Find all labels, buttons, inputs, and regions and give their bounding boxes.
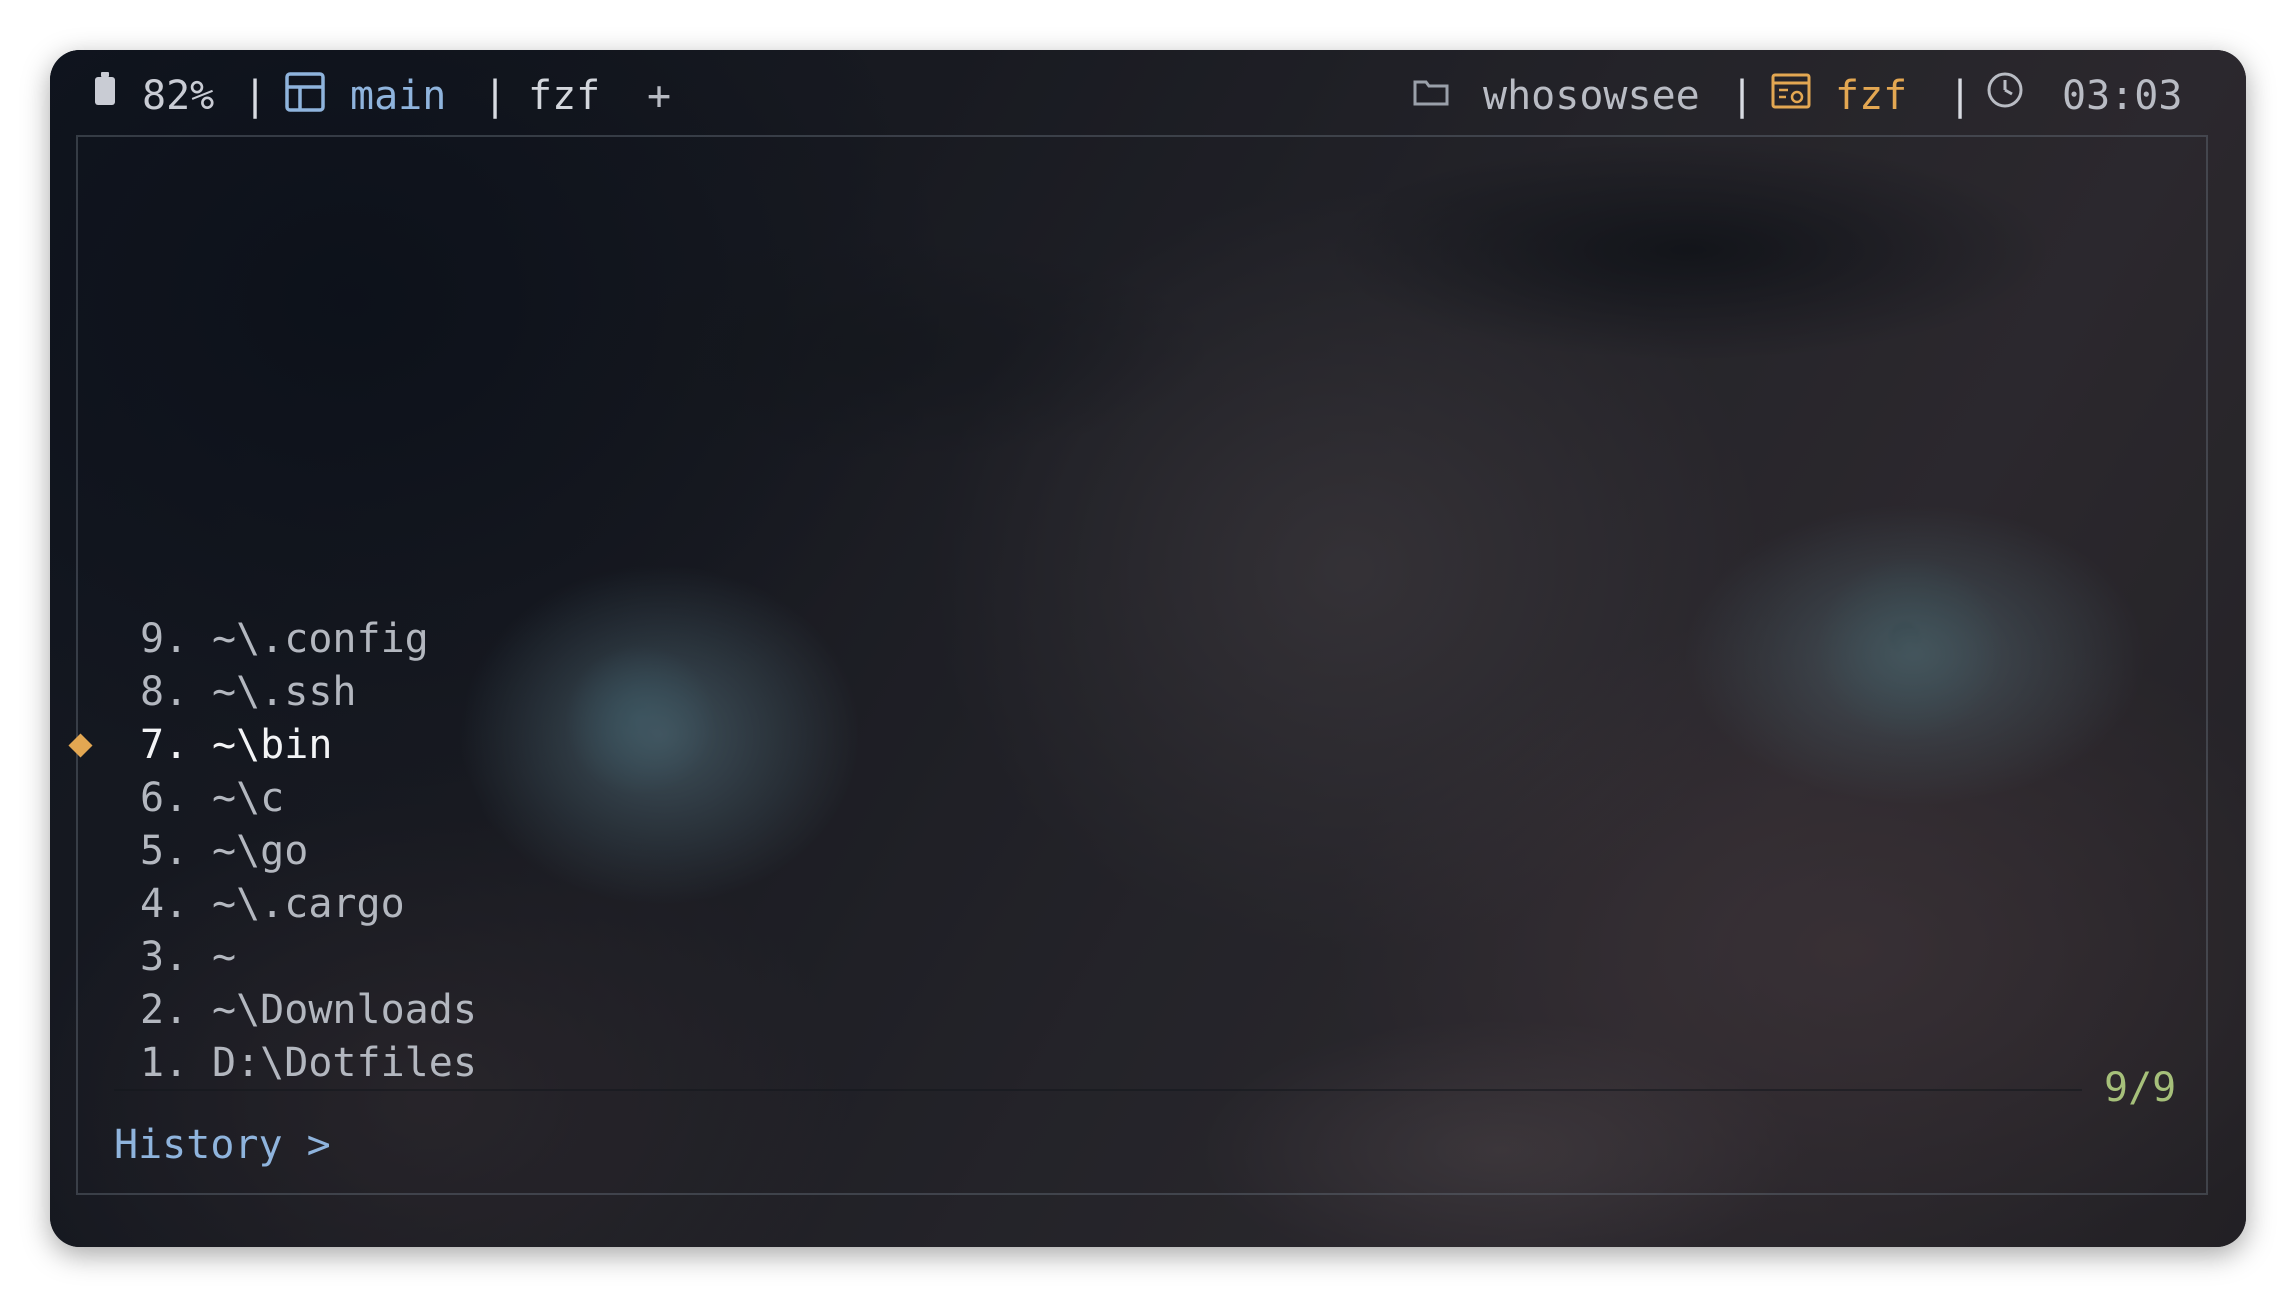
list-item[interactable]: 6. ~\c: [140, 772, 477, 825]
list-item[interactable]: 2. ~\Downloads: [140, 984, 477, 1037]
current-process: fzf: [1835, 73, 1908, 119]
separator: |: [1730, 73, 1755, 119]
separator: |: [243, 73, 268, 119]
terminal-window: 82% | main | fzf + whosowsee | fzf | 03:…: [50, 50, 2246, 1247]
battery-percentage: 82%: [142, 73, 215, 119]
terminal-app-icon: [1771, 73, 1811, 109]
list-item[interactable]: 8. ~\.ssh: [140, 666, 477, 719]
tab-fzf[interactable]: fzf: [528, 68, 600, 124]
list-item[interactable]: 1. D:\Dotfiles: [140, 1037, 477, 1090]
clock-time: 03:03: [2062, 73, 2183, 119]
list-item[interactable]: 9. ~\.config: [140, 613, 477, 666]
fzf-result-list: 9. ~\.config 8. ~\.ssh 7. ~\bin 6. ~\c 5. ~\g…: [68, 613, 477, 1090]
separator: |: [483, 73, 508, 119]
list-item[interactable]: 3. ~: [140, 931, 477, 984]
search-prompt[interactable]: History >: [114, 1122, 355, 1168]
new-tab-button[interactable]: +: [647, 68, 671, 124]
clock-icon: [1987, 72, 2023, 108]
separator: |: [1948, 73, 1973, 119]
tab-icon: [285, 72, 325, 112]
list-item[interactable]: 4. ~\.cargo: [140, 878, 477, 931]
battery-icon: [95, 72, 115, 106]
match-count: 9/9: [2104, 1065, 2177, 1111]
user-name: whosowsee: [1483, 73, 1700, 119]
separator-line: [114, 1089, 2082, 1091]
tab-main[interactable]: main: [350, 68, 446, 124]
folder-icon: [1413, 80, 1449, 106]
list-item[interactable]: 5. ~\go: [140, 825, 477, 878]
list-item-selected[interactable]: 7. ~\bin: [68, 719, 477, 772]
